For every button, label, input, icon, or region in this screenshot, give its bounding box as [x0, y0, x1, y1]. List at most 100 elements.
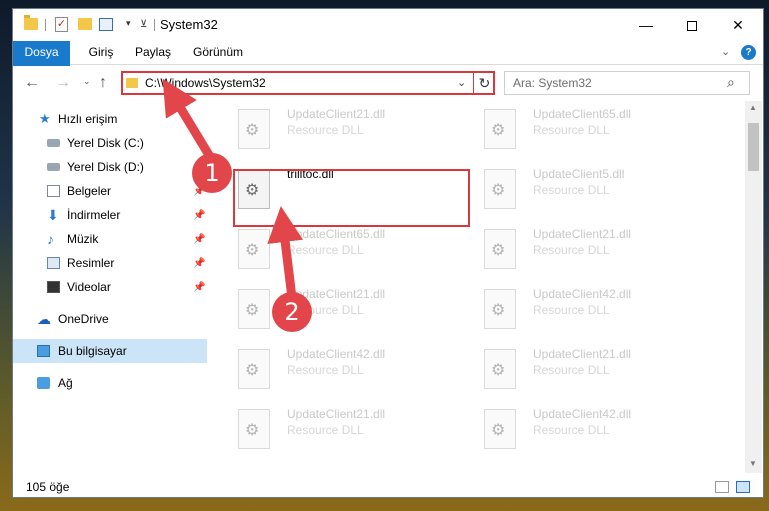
sidebar-item-network[interactable]: Ağ — [13, 371, 207, 395]
file-description: Resource DLL — [533, 183, 610, 197]
file-item[interactable]: UpdateClient5.dll Resource DLL — [481, 161, 711, 217]
file-item[interactable]: UpdateClient42.dll Resource DLL — [481, 401, 711, 457]
file-description: Resource DLL — [287, 423, 364, 437]
close-button[interactable]: ✕ — [715, 9, 761, 41]
refresh-button[interactable]: ↻ — [473, 72, 495, 94]
help-icon[interactable]: ? — [741, 45, 756, 60]
step-badge-2: 2 — [272, 292, 312, 332]
pictures-icon — [47, 257, 60, 269]
sidebar-item-quick-access[interactable]: ★ Hızlı erişim — [13, 107, 207, 131]
item-count: 105 öğe — [26, 480, 70, 494]
maximize-icon — [687, 21, 697, 32]
window-title: System32 — [160, 17, 218, 32]
scroll-down-icon[interactable]: ▼ — [749, 459, 757, 468]
dll-file-icon — [238, 229, 270, 269]
file-description: Resource DLL — [533, 303, 610, 317]
address-folder-icon — [126, 78, 138, 88]
pin-icon[interactable]: 📌 — [193, 276, 205, 300]
address-dropdown-icon[interactable]: ⌄ — [457, 76, 466, 89]
folder-icon — [24, 15, 38, 30]
sidebar-item-videos[interactable]: Videolar 📌 — [13, 275, 207, 299]
properties-icon[interactable] — [99, 18, 113, 31]
sidebar-item-label: Yerel Disk (C:) — [67, 136, 144, 150]
title-bar: ✓ ▾ ⊻ System32 — ✕ — [13, 9, 763, 41]
pin-icon[interactable]: 📌 — [193, 204, 205, 228]
sidebar-item-label: Ağ — [58, 376, 73, 390]
details-view-icon[interactable] — [715, 481, 729, 493]
file-item[interactable]: UpdateClient65.dll Resource DLL — [481, 101, 711, 157]
status-bar: 105 öğe — [13, 477, 763, 497]
computer-icon — [37, 345, 50, 357]
sidebar-item-local-disk-d[interactable]: Yerel Disk (D:) — [13, 155, 207, 179]
tab-home[interactable]: Giriş — [81, 41, 121, 64]
file-description: Resource DLL — [287, 363, 364, 377]
file-name: UpdateClient21.dll — [533, 227, 632, 241]
customize-toolbar-icon[interactable]: ⊻ — [140, 19, 147, 30]
minimize-button[interactable]: — — [623, 9, 669, 41]
music-icon: ♪ — [47, 231, 54, 247]
drive-icon — [47, 139, 60, 147]
file-name: UpdateClient21.dll — [533, 347, 632, 361]
dll-file-icon — [238, 349, 270, 389]
sidebar-item-music[interactable]: ♪ Müzik 📌 — [13, 227, 207, 251]
properties-check-icon[interactable]: ✓ — [55, 17, 68, 32]
file-description: Resource DLL — [533, 243, 610, 257]
file-item[interactable]: UpdateClient21.dll Resource DLL — [235, 101, 465, 157]
file-description: Resource DLL — [287, 243, 364, 257]
ribbon-tabs: Dosya Giriş Paylaş Görünüm ⌄ ? — [13, 41, 763, 97]
recent-locations-icon[interactable]: ⌄ — [83, 76, 91, 87]
file-item[interactable]: UpdateClient21.dll Resource DLL — [481, 221, 711, 277]
navigation-bar: ← → ⌄ ↑ C:\Windows\System32 ⌄ ↻ ⌕ — [13, 66, 763, 100]
sidebar-item-label: Müzik — [67, 232, 99, 246]
sidebar-item-local-disk-c[interactable]: Yerel Disk (C:) — [13, 131, 207, 155]
maximize-button[interactable] — [669, 9, 715, 41]
back-button[interactable]: ← — [24, 74, 40, 92]
pin-icon[interactable]: 📌 — [193, 228, 205, 252]
search-input[interactable] — [513, 75, 713, 91]
sidebar-item-documents[interactable]: Belgeler 📌 — [13, 179, 207, 203]
pin-icon[interactable]: 📌 — [193, 252, 205, 276]
tab-share[interactable]: Paylaş — [131, 41, 175, 64]
new-folder-icon[interactable] — [78, 18, 92, 30]
highlight-box — [233, 169, 470, 227]
sidebar-item-downloads[interactable]: ⬇ İndirmeler 📌 — [13, 203, 207, 227]
dll-file-icon — [484, 349, 516, 389]
file-item[interactable]: UpdateClient65.dll Resource DLL — [235, 221, 465, 277]
dll-file-icon — [484, 229, 516, 269]
file-description: Resource DLL — [287, 123, 364, 137]
step-badge-1: 1 — [192, 153, 232, 193]
file-item[interactable]: UpdateClient21.dll Resource DLL — [235, 281, 465, 337]
sidebar-item-onedrive[interactable]: ☁ OneDrive — [13, 307, 207, 331]
file-name: UpdateClient42.dll — [533, 287, 632, 301]
address-bar[interactable]: C:\Windows\System32 ⌄ ↻ — [121, 71, 495, 95]
up-button[interactable]: ↑ — [99, 74, 107, 92]
search-box[interactable]: ⌕ — [504, 71, 750, 95]
file-item[interactable]: UpdateClient21.dll Resource DLL — [235, 401, 465, 457]
file-item[interactable]: UpdateClient21.dll Resource DLL — [481, 341, 711, 397]
file-item[interactable]: UpdateClient42.dll Resource DLL — [235, 341, 465, 397]
scroll-thumb[interactable] — [748, 123, 759, 171]
star-icon: ★ — [39, 111, 51, 126]
sidebar-item-label: Belgeler — [67, 184, 112, 198]
address-path[interactable]: C:\Windows\System32 — [145, 76, 266, 90]
forward-button[interactable]: → — [55, 74, 71, 92]
file-name: UpdateClient5.dll — [533, 167, 625, 181]
file-name: UpdateClient21.dll — [287, 407, 386, 421]
large-icons-view-icon[interactable] — [736, 481, 750, 493]
title-separator — [154, 19, 155, 31]
sidebar-item-pictures[interactable]: Resimler 📌 — [13, 251, 207, 275]
vertical-scrollbar[interactable]: ▲ ▼ — [745, 101, 762, 473]
scroll-up-icon[interactable]: ▲ — [749, 103, 757, 112]
expand-ribbon-icon[interactable]: ⌄ — [721, 45, 730, 58]
sidebar-item-label: Hızlı erişim — [58, 112, 118, 126]
explorer-window: ✓ ▾ ⊻ System32 — ✕ Dosya Giriş Paylaş Gö… — [12, 8, 764, 498]
network-icon — [37, 377, 50, 389]
sidebar-item-label: İndirmeler — [67, 208, 121, 222]
file-item[interactable]: UpdateClient42.dll Resource DLL — [481, 281, 711, 337]
sidebar-item-this-pc[interactable]: Bu bilgisayar — [13, 339, 207, 363]
videos-icon — [47, 281, 60, 293]
file-description: Resource DLL — [533, 423, 610, 437]
tab-view[interactable]: Görünüm — [188, 41, 248, 64]
quick-access-dropdown-icon[interactable]: ▾ — [126, 18, 131, 29]
search-icon[interactable]: ⌕ — [727, 74, 735, 91]
